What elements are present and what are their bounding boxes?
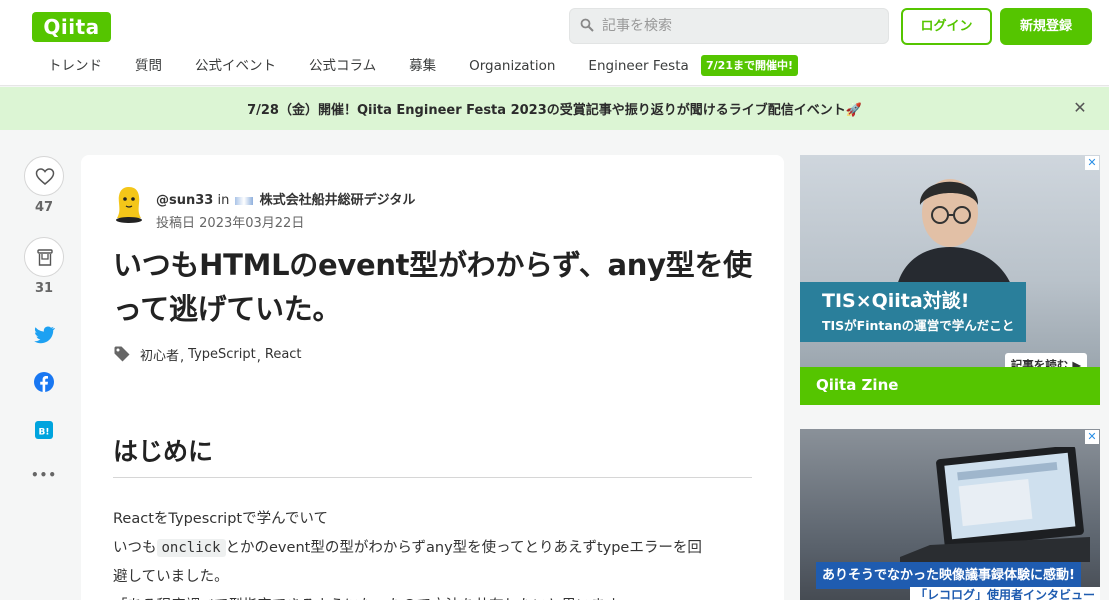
search-box[interactable] [569, 8, 889, 44]
article-card: @sun33 in 株式会社船井総研デジタル 投稿日 2023年03月22日 い… [81, 155, 784, 600]
tag-typescript[interactable]: TypeScript [188, 347, 256, 362]
banner-close-icon[interactable]: ✕ [1071, 99, 1089, 117]
ad-caption: ありそうでなかった映像議事録体験に感動! [816, 562, 1081, 589]
announcement-banner: 7/28（金）開催！Qiita Engineer Festa 2023の受賞記事… [0, 87, 1109, 130]
nav-item-question[interactable]: 質問 [135, 56, 162, 78]
author-line: @sun33 in 株式会社船井総研デジタル [156, 189, 415, 208]
site-header: Qiita ログイン 新規登録 トレンド 質問 公式イベント 公式コラム 募集 … [0, 0, 1109, 86]
ad-close-icon[interactable]: ✕ [1085, 430, 1099, 444]
body-line: 「ある程度調べて型指定できるようになったので方法を共有したいと思います [113, 592, 758, 600]
nav-item-engineer-festa[interactable]: Engineer Festa [588, 56, 688, 78]
stock-icon [37, 249, 53, 266]
more-options-icon[interactable]: ••• [24, 468, 64, 482]
ad-person-photo [895, 179, 1015, 295]
tag-list: 初心者, TypeScript, React [113, 344, 302, 365]
ad-close-icon[interactable]: ✕ [1085, 156, 1099, 170]
organization-name[interactable]: 株式会社船井総研デジタル [260, 193, 416, 208]
tag-react[interactable]: React [265, 347, 302, 362]
body-line: ReactをTypescriptで学んでいて [113, 511, 328, 527]
article-title: いつもHTMLのevent型がわからず、any型を使って逃げていた。 [113, 248, 752, 326]
facebook-icon[interactable] [33, 371, 55, 393]
nav-item-official-event[interactable]: 公式イベント [195, 56, 276, 78]
nav-item-organization[interactable]: Organization [469, 56, 555, 78]
posted-date-value: 2023年03月22日 [199, 216, 305, 231]
ad-laptop-photo [900, 447, 1090, 562]
twitter-icon[interactable] [33, 323, 55, 345]
ad-banner-tis[interactable]: TIS×Qiita対談! TISがFintanの運営で学んだこと 記事を読む ▶… [800, 155, 1100, 405]
qiita-logo[interactable]: Qiita [32, 12, 111, 42]
ad-subtitle: TISがFintanの運営で学んだこと [822, 318, 1015, 333]
search-icon [580, 18, 594, 32]
nav-item-official-column[interactable]: 公式コラム [309, 56, 376, 78]
posted-label: 投稿日 [156, 216, 196, 231]
svg-text:B!: B! [39, 428, 50, 438]
author-name[interactable]: @sun33 [156, 193, 213, 208]
like-count: 47 [34, 200, 54, 215]
organization-logo [235, 196, 254, 205]
body-line: 避していました。 [113, 569, 229, 585]
like-button[interactable] [24, 156, 64, 196]
article-body: ReactをTypescriptで学んでいて いつも onclick とかのeven… [113, 505, 758, 600]
signup-button[interactable]: 新規登録 [1000, 8, 1092, 45]
section-heading: はじめに [113, 432, 752, 478]
nav-item-trend[interactable]: トレンド [48, 56, 102, 78]
tag-icon [114, 346, 130, 362]
announcement-link[interactable]: 7/28（金）開催！Qiita Engineer Festa 2023の受賞記事… [0, 99, 1109, 118]
post-date: 投稿日 2023年03月22日 [156, 212, 304, 231]
inline-code: onclick [156, 539, 226, 557]
ad-label: TIS×Qiita対談! TISがFintanの運営で学んだこと [800, 282, 1026, 342]
author-in: in [217, 193, 230, 208]
hatena-bookmark-icon[interactable]: B! [33, 419, 55, 441]
stock-count: 31 [34, 281, 54, 296]
ad-banner-recolog[interactable]: ありそうでなかった映像議事録体験に感動! 「レコログ」使用者インタビュー ✕ [800, 429, 1100, 600]
login-button[interactable]: ログイン [901, 8, 992, 45]
ad-subcaption: 「レコログ」使用者インタビュー [910, 587, 1100, 600]
tag-beginner[interactable]: 初心者 [140, 345, 179, 364]
festa-badge: 7/21まで開催中! [701, 55, 798, 76]
stock-button[interactable] [24, 237, 64, 277]
heart-icon [35, 168, 55, 185]
ad-title: TIS×Qiita対談! [822, 290, 970, 312]
nav-item-recruit[interactable]: 募集 [409, 56, 436, 78]
author-avatar[interactable] [113, 185, 145, 225]
search-input[interactable] [602, 9, 882, 43]
body-line: いつも onclick とかのevent型の型がわからずany型を使ってとりあえずt… [113, 539, 702, 557]
global-nav: トレンド 質問 公式イベント 公式コラム 募集 Organization Eng… [48, 56, 689, 78]
qiita-zine-logo: Qiita Zine [800, 367, 1100, 405]
